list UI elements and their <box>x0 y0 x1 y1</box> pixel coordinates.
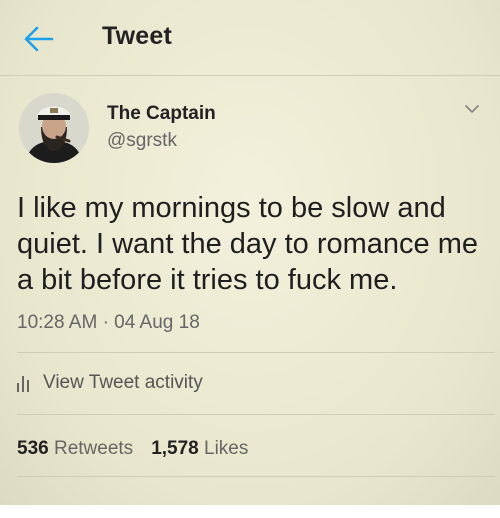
likes-stat[interactable]: 1,578 Likes <box>151 438 248 459</box>
tweet-time: 10:28 AM <box>17 312 98 333</box>
retweets-stat[interactable]: 536 Retweets <box>17 438 133 459</box>
tweet-timestamp: 10:28 AM · 04 Aug 18 <box>17 312 200 334</box>
divider <box>17 414 495 415</box>
likes-count: 1,578 <box>151 438 199 459</box>
author-handle[interactable]: @sgrstk <box>107 130 177 152</box>
view-activity-link[interactable]: View Tweet activity <box>17 370 203 396</box>
likes-label: Likes <box>204 438 249 459</box>
page-title: Tweet <box>102 22 172 50</box>
view-activity-label: View Tweet activity <box>43 372 203 393</box>
retweets-count: 536 <box>17 438 49 459</box>
chevron-down-icon[interactable] <box>464 103 480 115</box>
bar-chart-icon <box>17 376 29 392</box>
divider <box>17 352 495 353</box>
tweet-date: 04 Aug 18 <box>114 312 200 333</box>
avatar[interactable] <box>19 93 89 163</box>
engagement-stats: 536 Retweets 1,578 Likes <box>17 438 248 460</box>
back-arrow-icon[interactable] <box>21 22 55 56</box>
author-photo <box>19 93 89 163</box>
tweet-screen: Tweet The Captain @sgrstk I like my morn… <box>0 0 500 505</box>
tweet-text: I like my mornings to be slow and quiet.… <box>17 192 479 296</box>
retweets-label: Retweets <box>53 438 134 459</box>
author-name[interactable]: The Captain <box>107 103 216 125</box>
top-bar: Tweet <box>0 0 500 76</box>
timestamp-separator: · <box>102 312 109 333</box>
divider <box>17 476 495 477</box>
